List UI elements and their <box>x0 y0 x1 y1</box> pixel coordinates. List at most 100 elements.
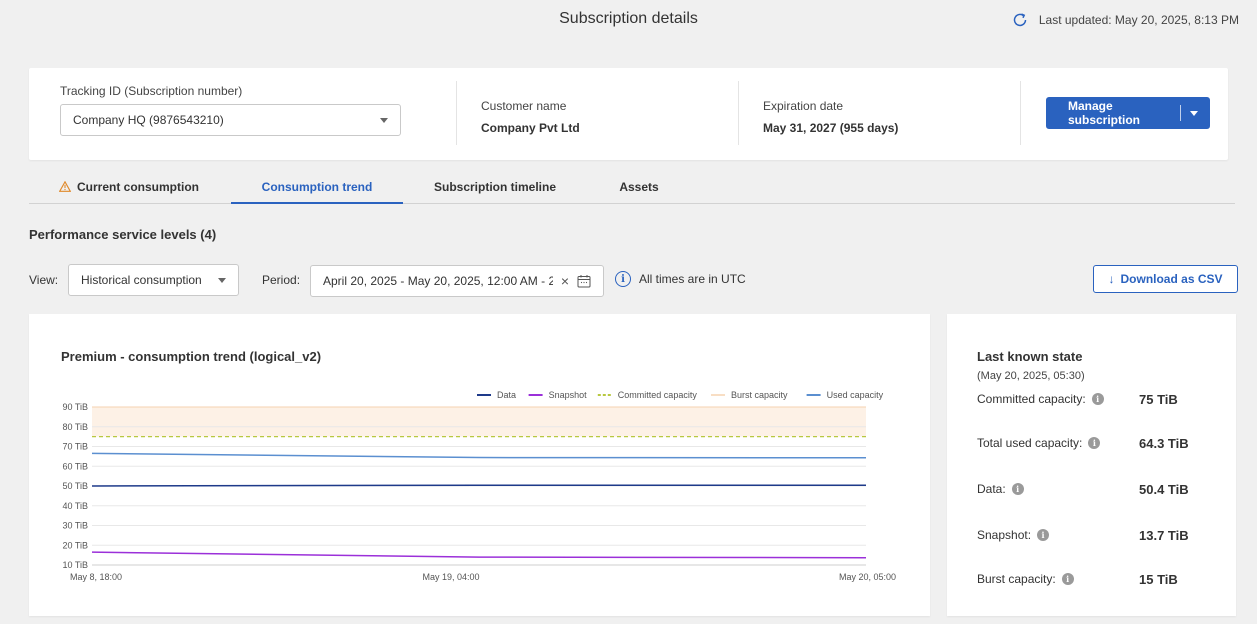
top-bar: Subscription details Last updated: May 2… <box>0 0 1257 40</box>
state-title: Last known state <box>977 349 1083 364</box>
utc-note: i All times are in UTC <box>615 271 746 287</box>
close-icon[interactable]: × <box>561 273 569 289</box>
state-row-label-wrap: Burst capacity: i <box>977 572 1139 586</box>
period-label: Period: <box>262 273 301 287</box>
state-row-value: 13.7 TiB <box>1139 527 1189 543</box>
section-title: Performance service levels (4) <box>29 227 217 242</box>
subscription-details-card: Tracking ID (Subscription number) Compan… <box>29 68 1228 160</box>
y-tick-label: 40 TiB <box>62 501 88 511</box>
x-tick-label: May 19, 04:00 <box>422 572 479 582</box>
state-row-data: Data: i 50.4 TiB <box>977 481 1207 497</box>
period-input[interactable]: April 20, 2025 - May 20, 2025, 12:00 AM … <box>310 265 604 297</box>
state-row-snapshot: Snapshot: i 13.7 TiB <box>977 527 1207 543</box>
refresh-icon[interactable] <box>1011 11 1029 29</box>
tab-bar: Current consumption Consumption trend Su… <box>29 180 1235 204</box>
tab-current-consumption[interactable]: Current consumption <box>29 180 229 204</box>
chevron-down-icon <box>380 117 388 123</box>
tracking-id-value: Company HQ (9876543210) <box>73 113 224 127</box>
y-tick-label: 30 TiB <box>62 521 88 531</box>
legend-item: Snapshot <box>549 390 588 400</box>
tracking-id-select[interactable]: Company HQ (9876543210) <box>60 104 401 136</box>
state-row-label-wrap: Committed capacity: i <box>977 392 1139 406</box>
tab-label: Subscription timeline <box>433 180 556 194</box>
state-row-label: Snapshot: <box>977 528 1032 542</box>
download-csv-button[interactable]: ↓ Download as CSV <box>1093 265 1238 293</box>
series-line-snapshot <box>91 551 867 559</box>
view-value: Historical consumption <box>81 273 202 287</box>
customer-name-label: Customer name <box>481 99 567 113</box>
state-row-total-used-capacity: Total used capacity: i 64.3 TiB <box>977 435 1207 451</box>
info-icon: i <box>615 271 631 287</box>
state-row-value: 64.3 TiB <box>1139 435 1189 451</box>
legend-item: Used capacity <box>827 390 884 400</box>
button-separator <box>1180 105 1181 121</box>
tab-label: Current consumption <box>77 180 199 194</box>
y-tick-label: 10 TiB <box>62 560 88 570</box>
last-updated: Last updated: May 20, 2025, 8:13 PM <box>1011 11 1239 29</box>
divider <box>1020 81 1021 145</box>
manage-subscription-button[interactable]: Manage subscription <box>1046 97 1210 129</box>
legend-item: Data <box>497 390 516 400</box>
tab-assets[interactable]: Assets <box>609 180 669 204</box>
utc-note-text: All times are in UTC <box>639 272 746 286</box>
view-label: View: <box>29 273 59 287</box>
info-icon[interactable]: i <box>1091 393 1104 405</box>
x-tick-label: May 20, 05:00 <box>839 572 896 582</box>
last-known-state-card: Last known state (May 20, 2025, 05:30) C… <box>947 314 1236 616</box>
expiration-date-field: Expiration date May 31, 2027 (955 days) <box>763 99 898 191</box>
state-row-committed-capacity: Committed capacity: i 75 TiB <box>977 391 1207 407</box>
series-line-data <box>91 484 866 487</box>
info-icon[interactable]: i <box>1088 437 1101 449</box>
legend-item: Burst capacity <box>731 390 788 400</box>
y-tick-label: 70 TiB <box>62 442 88 452</box>
tab-consumption-trend[interactable]: Consumption trend <box>231 180 403 204</box>
state-row-label-wrap: Snapshot: i <box>977 528 1139 542</box>
info-icon[interactable]: i <box>1011 483 1024 495</box>
state-row-value: 50.4 TiB <box>1139 481 1189 497</box>
state-row-label: Total used capacity: <box>977 436 1083 450</box>
y-tick-label: 60 TiB <box>62 461 88 471</box>
customer-name-field: Customer name Company Pvt Ltd <box>481 99 580 191</box>
state-row-label: Data: <box>977 482 1006 496</box>
state-timestamp: (May 20, 2025, 05:30) <box>977 370 1085 382</box>
download-csv-label: Download as CSV <box>1120 272 1223 286</box>
series-line-used-capacity <box>91 452 867 459</box>
customer-name-value: Company Pvt Ltd <box>481 121 580 135</box>
warning-icon <box>59 181 71 192</box>
state-row-value: 15 TiB <box>1139 571 1178 587</box>
expiration-date-label: Expiration date <box>763 99 844 113</box>
y-tick-label: 90 TiB <box>62 402 88 412</box>
divider <box>738 81 739 145</box>
state-row-label-wrap: Data: i <box>977 482 1139 496</box>
y-tick-label: 20 TiB <box>62 540 88 550</box>
expiration-date-value: May 31, 2027 (955 days) <box>763 121 899 135</box>
info-icon[interactable]: i <box>1037 529 1050 541</box>
divider <box>456 81 457 145</box>
chevron-down-icon <box>218 277 226 283</box>
burst-capacity-area <box>92 407 866 437</box>
tracking-id-field: Tracking ID (Subscription number) Compan… <box>60 84 401 176</box>
tab-label: Assets <box>619 180 659 194</box>
view-select[interactable]: Historical consumption <box>68 264 239 296</box>
state-row-label-wrap: Total used capacity: i <box>977 436 1139 450</box>
period-value: April 20, 2025 - May 20, 2025, 12:00 AM … <box>323 274 553 288</box>
tracking-id-label: Tracking ID (Subscription number) <box>60 84 243 98</box>
download-icon: ↓ <box>1108 272 1115 286</box>
calendar-icon[interactable] <box>577 274 591 288</box>
state-row-label: Burst capacity: <box>977 572 1056 586</box>
consumption-trend-chart-card: Premium - consumption trend (logical_v2)… <box>29 314 930 616</box>
last-updated-text: Last updated: May 20, 2025, 8:13 PM <box>1038 13 1239 27</box>
consumption-trend-chart: 90 TiB 80 TiB 70 TiB 60 TiB 50 TiB 40 TiB 30 T… <box>62 390 896 582</box>
x-tick-label: May 8, 18:00 <box>70 572 122 582</box>
y-tick-label: 50 TiB <box>62 481 88 491</box>
state-row-label: Committed capacity: <box>977 392 1086 406</box>
manage-subscription-label: Manage subscription <box>1068 99 1141 127</box>
tab-subscription-timeline[interactable]: Subscription timeline <box>425 180 565 204</box>
tab-label: Consumption trend <box>261 180 373 194</box>
y-tick-label: 80 TiB <box>62 422 88 432</box>
info-icon[interactable]: i <box>1061 573 1074 585</box>
legend-item: Committed capacity <box>618 390 698 400</box>
chevron-down-icon[interactable] <box>1190 110 1198 116</box>
state-row-burst-capacity: Burst capacity: i 15 TiB <box>977 571 1207 587</box>
state-row-value: 75 TiB <box>1139 391 1178 407</box>
